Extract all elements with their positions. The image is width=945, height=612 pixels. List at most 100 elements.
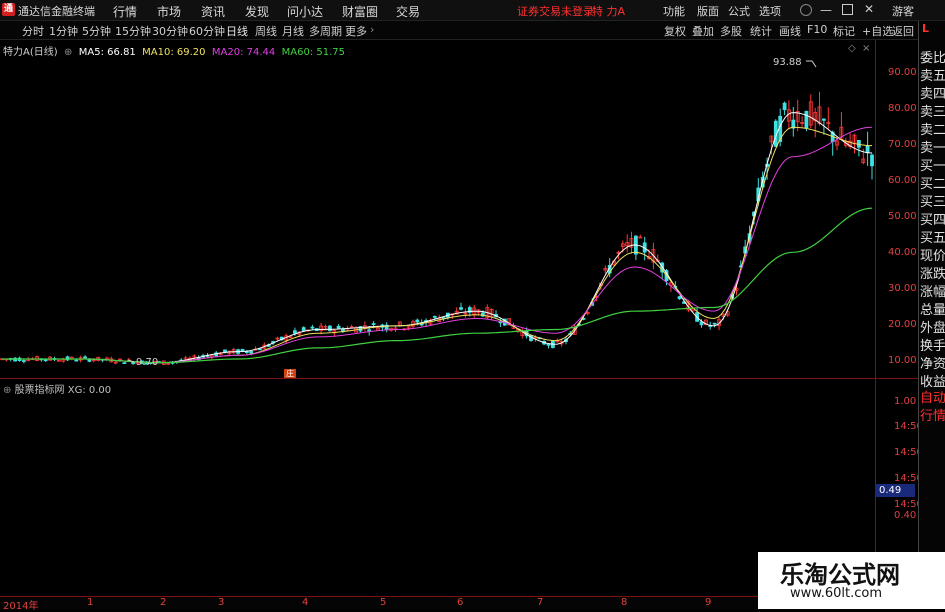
more-chevron-icon[interactable]: › [370,23,374,36]
app-title: 通达信金融终端 [18,5,95,18]
candle-body [327,325,332,332]
side-label: 卖二 [920,123,945,138]
close-panel-icon: × [862,43,870,54]
maximize-icon[interactable] [842,4,853,15]
menu-item-news[interactable]: 资讯 [201,3,225,20]
back-button[interactable]: 返回 [892,23,914,39]
period-multi[interactable]: 多周期 [309,23,342,39]
minimize-icon[interactable]: — [820,3,832,17]
side-auto-label[interactable]: 自动 [920,387,945,406]
stock-legend: 特力A(日线) [3,47,58,58]
side-label: 卖一 [920,141,945,156]
candle-body [371,323,376,326]
multi-stock-button[interactable]: 多股 [720,23,742,39]
side-label: 换手 [920,339,945,354]
menu-item-trade[interactable]: 交易 [396,3,420,20]
ma60-label: MA60: 51.75 [281,47,345,58]
price-tick: 30.00 [888,283,917,294]
ma5-label: MA5: 66.81 [78,47,136,58]
candle-body [822,118,826,121]
indicator-tick: 1.00 [894,396,917,407]
stats-button[interactable]: 统计 [750,23,772,39]
ma-line-ma5 [2,112,873,364]
side-label: 买二 [920,177,945,192]
price-axis: 90.00 80.00 70.00 60.00 50.00 40.00 30.0… [875,40,919,378]
side-label: 买四 [920,213,945,228]
ma10-label: MA10: 69.20 [142,47,206,58]
candle-body [870,154,874,167]
period-1min[interactable]: 1分钟 [49,23,78,39]
timeline-label: 2014年 [3,601,39,612]
period-weekly[interactable]: 周线 [255,23,277,39]
menu-item-functions[interactable]: 功能 [663,3,685,19]
side-label: 买三 [920,195,945,210]
watermark-title: 乐淘公式网 [780,561,900,589]
add-watchlist-button[interactable]: +自选 [862,23,893,39]
candle-body [21,360,26,362]
candle-body [292,330,297,334]
menu-item-quotes[interactable]: 行情 [113,3,137,20]
side-quote-label[interactable]: 行情 [920,405,945,424]
side-label: 卖五 [920,69,945,84]
adjust-button[interactable]: 复权 [664,23,686,39]
menu-item-discover[interactable]: 发现 [245,3,269,20]
guest-label[interactable]: 游客 [892,3,914,19]
price-tick: 50.00 [888,211,917,222]
period-monthly[interactable]: 月线 [282,23,304,39]
timeline-label: 9 [705,597,712,608]
price-tick: 70.00 [888,139,917,150]
menu-item-wealth[interactable]: 财富圈 [342,3,378,20]
menu-item-market[interactable]: 市场 [157,3,181,20]
price-chart[interactable]: 93.88 9.70 ◇ × [0,40,875,378]
price-tick: 60.00 [888,175,917,186]
f10-button[interactable]: F10 [807,23,827,36]
period-intraday[interactable]: 分时 [22,23,44,39]
ma20-label: MA20: 74.44 [211,47,276,58]
candle-body [43,359,48,362]
side-label: 涨跌 [920,267,945,282]
panel-divider [0,378,918,379]
candle-body [249,350,254,354]
overlay-button[interactable]: 叠加 [692,23,714,39]
timeline-label: 5 [380,597,387,608]
login-status[interactable]: 证券交易未登录 [517,3,594,19]
low-price-label: 9.70 [136,357,158,368]
mark-button[interactable]: 标记 [833,23,855,39]
price-tick: 80.00 [888,103,917,114]
menu-item-ask[interactable]: 问小达 [287,3,323,20]
period-15min[interactable]: 15分钟 [115,23,151,39]
menu-item-layout[interactable]: 版面 [697,3,719,19]
side-level-icon[interactable]: L [922,22,929,35]
period-30min[interactable]: 30分钟 [152,23,188,39]
high-pointer-tick [811,60,817,68]
timeline-label: 7 [537,597,544,608]
timeline-label: 3 [218,597,225,608]
settings-icon[interactable] [800,4,812,16]
price-tick: 20.00 [888,319,917,330]
menu-item-formula[interactable]: 公式 [728,3,750,19]
side-label: 卖四 [920,87,945,102]
timeline-label: 4 [302,597,309,608]
period-more[interactable]: 更多 [345,23,367,39]
candle-body [336,325,341,329]
candle-body [301,327,306,331]
candle-body [804,110,809,129]
candle-body [122,362,127,365]
candle-body [546,343,551,346]
price-tick: 90.00 [888,67,917,78]
watermark-url: www.60lt.com [790,586,882,601]
candle-body [310,326,315,329]
candle-body [865,145,870,154]
indicator-legend-text: 股票指标网 XG: 0.00 [14,385,112,396]
period-daily[interactable]: 日线 [226,23,248,39]
period-5min[interactable]: 5分钟 [82,23,111,39]
close-icon[interactable]: ✕ [864,2,874,16]
draw-button[interactable]: 画线 [779,23,801,39]
candle-body [415,319,420,323]
high-price-label: 93.88 [773,57,802,68]
candle-body [677,296,682,300]
timeline-label: 2 [160,597,167,608]
menu-item-options[interactable]: 选项 [759,3,781,19]
period-60min[interactable]: 60分钟 [189,23,225,39]
app-logo-icon: 通 [2,3,15,16]
